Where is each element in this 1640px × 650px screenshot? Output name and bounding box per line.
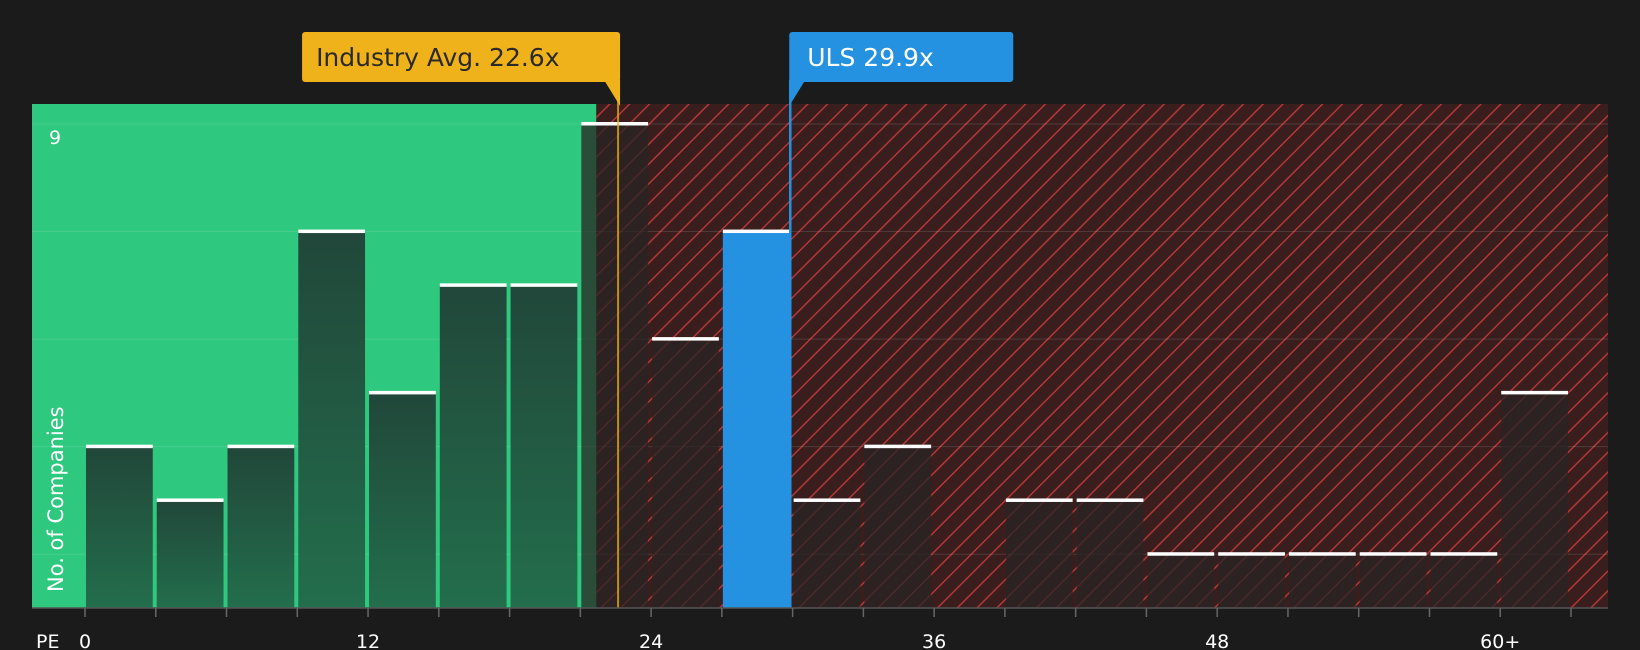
bar: [1501, 392, 1568, 608]
bar-cap: [1147, 552, 1215, 556]
bar-cap: [1218, 552, 1285, 556]
industry-avg-callout: Industry Avg. 22.6x: [302, 32, 621, 106]
bar-cap: [1359, 552, 1427, 556]
bar: [1218, 554, 1285, 608]
bar: [652, 339, 719, 608]
x-axis-label: PE: [36, 631, 59, 650]
bar-cap: [156, 498, 224, 502]
x-tick-label: 48: [1205, 631, 1229, 650]
bar-cap: [1501, 390, 1568, 395]
bar-cap: [722, 229, 790, 234]
pe-distribution-chart: Industry Avg. 22.6x ULS 29.9x 0 12 24 36 48 60…: [0, 0, 1640, 650]
bar: [1147, 554, 1215, 608]
chart-svg: Industry Avg. 22.6x ULS 29.9x 0 12 24 36 48 60…: [32, 32, 1608, 650]
bar-cap: [510, 283, 578, 287]
bar-cap: [793, 498, 861, 502]
bar: [581, 124, 649, 608]
bar: [510, 285, 578, 608]
bar-cap: [227, 444, 295, 449]
x-tick-label: 24: [639, 631, 663, 650]
company-pointer: [789, 80, 806, 106]
bar: [1288, 554, 1356, 608]
bar-cap: [652, 337, 719, 341]
bar-cap: [298, 229, 366, 234]
industry-avg-label: Industry Avg. 22.6x: [316, 43, 559, 72]
bar-cap: [369, 390, 436, 395]
x-tick-label: 60+: [1480, 631, 1520, 650]
company-callout: ULS 29.9x: [789, 32, 1014, 106]
bar: [793, 500, 861, 608]
bar-cap: [86, 444, 153, 449]
y-axis-title: No. of Companies: [44, 406, 68, 592]
bar: [864, 446, 932, 608]
x-tick-label: 12: [356, 631, 380, 650]
bar-cap: [1076, 498, 1144, 502]
bar: [1430, 554, 1498, 608]
bar-cap: [864, 444, 932, 449]
bar: [439, 285, 507, 608]
bar-cap: [1288, 552, 1356, 556]
company-label: ULS 29.9x: [807, 43, 934, 72]
bar: [1076, 500, 1144, 608]
x-axis: 0 12 24 36 48 60+: [32, 607, 1608, 650]
bar: [1005, 500, 1073, 608]
bar: [156, 500, 224, 608]
bar-cap: [1430, 552, 1498, 556]
x-tick-label: 36: [922, 631, 946, 650]
bar: [1359, 554, 1427, 608]
bar-cap: [1005, 498, 1073, 502]
bar: [369, 392, 436, 608]
bar: [86, 446, 153, 608]
x-tick-label: 0: [79, 631, 91, 650]
bar: [298, 231, 366, 609]
bar: [227, 446, 295, 608]
bar-cap: [439, 283, 507, 287]
bar-cap: [581, 122, 649, 126]
y-tick-label: 9: [49, 127, 61, 149]
highlight-bar: [722, 231, 790, 609]
